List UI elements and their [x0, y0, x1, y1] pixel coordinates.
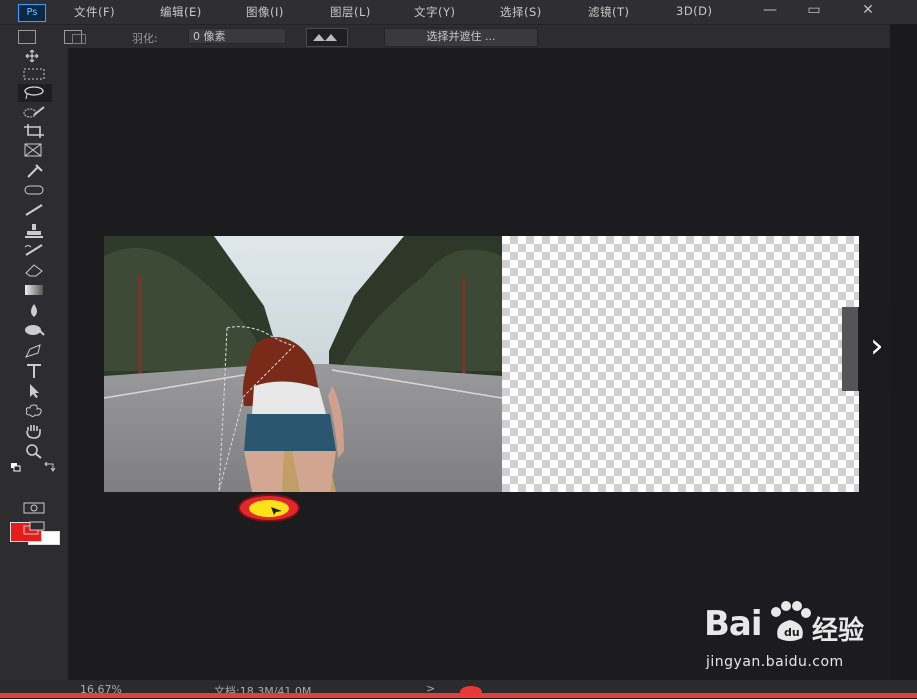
zoom-tool[interactable]: [18, 442, 52, 460]
menu-bar: Ps 文件(F) 编辑(E) 图像(I) 图层(L) 文字(Y) 选择(S) 滤…: [0, 0, 917, 24]
marquee-icon: [23, 68, 45, 80]
crop-tool[interactable]: [18, 122, 52, 140]
quick-mask-icon: [23, 502, 45, 514]
marquee-tool[interactable]: [18, 66, 52, 84]
frame-tool[interactable]: [18, 142, 52, 160]
history-brush-tool[interactable]: [18, 242, 52, 260]
dodge-tool[interactable]: [18, 322, 52, 340]
gradient-icon: [25, 285, 43, 295]
dodge-icon: [25, 325, 45, 336]
type-tool[interactable]: [18, 362, 52, 380]
quick-selection-tool[interactable]: [18, 104, 52, 122]
frame-icon: [24, 143, 42, 157]
baidu-watermark: Bai du 经验 jingyan.baidu.com: [704, 596, 874, 676]
feather-input[interactable]: 0 像素: [188, 28, 286, 44]
zoom-icon: [26, 444, 42, 459]
move-icon: [25, 49, 39, 63]
watermark-url: jingyan.baidu.com: [706, 654, 844, 670]
menu-file[interactable]: 文件(F): [74, 4, 115, 20]
menu-image[interactable]: 图像(I): [246, 4, 284, 20]
select-and-mask-button[interactable]: 选择并遮住 ...: [384, 28, 538, 47]
tools-panel: [0, 48, 68, 688]
screen-mode-icon: [23, 521, 45, 535]
lasso-icon: [24, 86, 44, 100]
menu-select[interactable]: 选择(S): [500, 4, 542, 20]
chevron-right-icon: ›: [870, 326, 884, 366]
default-colors-icon[interactable]: [10, 462, 22, 472]
anti-alias-icon: [313, 34, 337, 41]
pen-tool[interactable]: [18, 342, 52, 360]
video-progress-bar[interactable]: [0, 693, 917, 698]
drop-icon: [31, 304, 37, 317]
photo-layer[interactable]: [104, 236, 502, 492]
transparent-area: [502, 236, 859, 492]
eraser-icon: [25, 264, 43, 277]
watermark-brand: 经验: [812, 616, 865, 646]
menu-type[interactable]: 文字(Y): [414, 4, 456, 20]
close-button[interactable]: ✕: [848, 0, 888, 22]
road-photo: [104, 236, 502, 492]
svg-text:du: du: [784, 626, 800, 639]
eyedropper-icon: [27, 164, 43, 178]
feather-label: 羽化:: [132, 32, 158, 45]
lasso-tool[interactable]: [18, 84, 52, 102]
cursor-icon: [271, 507, 282, 515]
arrow-icon: [30, 384, 39, 398]
eraser-tool[interactable]: [18, 262, 52, 280]
video-progress-knob[interactable]: [460, 686, 482, 698]
watermark-logo-text: Bai: [704, 604, 763, 644]
clone-stamp-tool[interactable]: [18, 222, 52, 240]
quick-selection-icon: [23, 106, 45, 118]
pen-icon: [25, 344, 41, 358]
click-indicator: [238, 494, 300, 522]
path-selection-tool[interactable]: [18, 382, 52, 400]
menu-edit[interactable]: 编辑(E): [160, 4, 202, 20]
brush-tool[interactable]: [18, 202, 52, 220]
minimize-button[interactable]: —: [750, 0, 790, 22]
crop-icon: [24, 124, 44, 138]
hand-tool[interactable]: [18, 422, 52, 440]
gradient-tool[interactable]: [18, 282, 52, 300]
new-selection-icon[interactable]: [18, 30, 36, 44]
right-panel-strip: [890, 24, 917, 698]
anti-alias-toggle[interactable]: [306, 28, 348, 47]
swap-colors-icon[interactable]: [44, 462, 56, 472]
move-tool[interactable]: [18, 48, 52, 66]
add-selection-overlay-icon: [72, 34, 86, 44]
stamp-icon: [25, 224, 43, 238]
quick-mask-button[interactable]: [18, 500, 52, 518]
healing-brush-tool[interactable]: [18, 182, 52, 200]
history-brush-icon: [24, 244, 43, 256]
options-bar: 羽化: 0 像素 选择并遮住 ...: [0, 24, 917, 49]
shape-icon: [25, 404, 42, 417]
restore-button[interactable]: ▭: [794, 0, 834, 22]
eyedropper-tool[interactable]: [18, 162, 52, 180]
brush-icon: [25, 204, 43, 216]
screen-mode-button[interactable]: [18, 520, 52, 538]
bandage-icon: [24, 185, 44, 195]
panel-grip[interactable]: [842, 307, 858, 391]
custom-shape-tool[interactable]: [18, 402, 52, 420]
menu-layer[interactable]: 图层(L): [330, 4, 371, 20]
menu-3d[interactable]: 3D(D): [676, 4, 713, 18]
paw-icon: du: [771, 601, 811, 641]
photoshop-logo: Ps: [18, 4, 46, 22]
hand-icon: [26, 425, 41, 439]
menu-filter[interactable]: 滤镜(T): [588, 4, 630, 20]
type-icon: [27, 364, 41, 378]
blur-tool[interactable]: [18, 302, 52, 320]
